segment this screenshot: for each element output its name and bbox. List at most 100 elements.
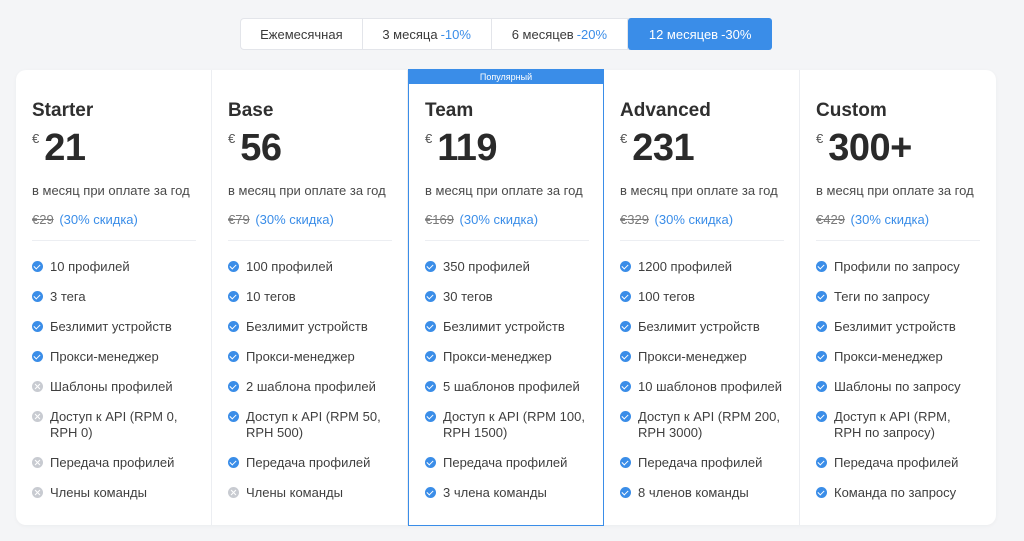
old-price-row: €429 (30% скидка) [816, 211, 980, 228]
divider [32, 240, 196, 241]
plan-price: 56 [240, 127, 282, 169]
currency-symbol: € [816, 131, 824, 146]
feature-text: Передача профилей [50, 455, 175, 470]
plan-name: Custom [816, 100, 887, 121]
feature-text: 5 шаблонов профилей [443, 379, 580, 394]
feature-text: Теги по запросу [834, 289, 930, 304]
plan-starter[interactable]: Starter €21 в месяц при оплате за год €29 (… [16, 70, 212, 525]
feature-text: 3 тега [50, 289, 86, 304]
old-price: €79 [228, 212, 250, 227]
plan-advanced[interactable]: Advanced €231 в месяц при оплате за год €32… [604, 70, 800, 525]
feature-text: Безлимит устройств [50, 319, 172, 334]
plan-team[interactable]: Популярный Team €119 в месяц при оплате за … [408, 69, 604, 526]
check-circle-icon [32, 321, 43, 332]
plan-price: 119 [437, 127, 498, 169]
divider [228, 240, 392, 241]
check-circle-icon [425, 321, 436, 332]
feature-text: Шаблоны по запросу [834, 379, 961, 394]
check-circle-icon [816, 261, 827, 272]
discount-label: (30% скидка) [59, 212, 138, 227]
feature-item: 350 профилей [425, 259, 587, 275]
old-price: €169 [425, 212, 454, 227]
old-price-row: €329 (30% скидка) [620, 211, 783, 228]
feature-item: Команда по запросу [816, 485, 980, 501]
check-circle-icon [816, 411, 827, 422]
feature-item: Доступ к API (RPM 200, RPH 3000) [620, 409, 783, 441]
tab-monthly[interactable]: Ежемесячная [241, 19, 363, 49]
check-circle-icon [228, 351, 239, 362]
check-circle-icon [228, 381, 239, 392]
check-circle-icon [620, 351, 631, 362]
feature-item: 3 тега [32, 289, 195, 305]
feature-item: Профили по запросу [816, 259, 980, 275]
plan-base[interactable]: Base €56 в месяц при оплате за год €79 (30%… [212, 70, 408, 525]
feature-item: Прокси-менеджер [620, 349, 783, 365]
price-row: €300+ [816, 128, 980, 170]
check-circle-icon [32, 351, 43, 362]
check-circle-icon [228, 457, 239, 468]
feature-list: 10 профилей 3 тега Безлимит устройств Прокс… [32, 259, 195, 501]
check-circle-icon [620, 411, 631, 422]
feature-item: Безлимит устройств [620, 319, 783, 335]
feature-item: Члены команды [32, 485, 195, 501]
plan-name: Base [228, 100, 274, 121]
currency-symbol: € [32, 131, 40, 146]
check-circle-icon [620, 457, 631, 468]
feature-item: Прокси-менеджер [32, 349, 195, 365]
tab-label: 12 месяцев [648, 26, 719, 42]
feature-item: Безлимит устройств [816, 319, 980, 335]
currency-symbol: € [228, 131, 236, 146]
billing-period-switch: Ежемесячная 3 месяца -10% 6 месяцев -20%… [240, 18, 773, 50]
plan-name: Starter [32, 100, 94, 121]
feature-text: 8 членов команды [638, 485, 749, 500]
x-circle-icon [32, 457, 43, 468]
old-price-row: €79 (30% скидка) [228, 211, 391, 228]
check-circle-icon [816, 321, 827, 332]
currency-symbol: € [425, 131, 433, 146]
feature-text: Команда по запросу [834, 485, 957, 500]
feature-item: Доступ к API (RPM 0, RPH 0) [32, 409, 195, 441]
currency-symbol: € [620, 131, 628, 146]
divider [816, 240, 980, 241]
price-row: €231 [620, 128, 783, 170]
feature-item: 1200 профилей [620, 259, 783, 275]
old-price-row: €29 (30% скидка) [32, 211, 195, 228]
check-circle-icon [425, 261, 436, 272]
feature-item: Безлимит устройств [32, 319, 195, 335]
feature-item: 5 шаблонов профилей [425, 379, 587, 395]
feature-item: Прокси-менеджер [425, 349, 587, 365]
tab-3-months[interactable]: 3 месяца -10% [363, 19, 492, 49]
plan-price: 21 [44, 127, 86, 169]
tab-label: Ежемесячная [260, 26, 343, 42]
plan-custom[interactable]: Custom €300+ в месяц при оплате за год €429… [800, 70, 996, 525]
old-price: €29 [32, 212, 54, 227]
price-row: €21 [32, 128, 195, 170]
feature-text: 30 тегов [443, 289, 493, 304]
feature-text: Доступ к API (RPM 50, RPH 500) [246, 409, 381, 440]
x-circle-icon [32, 487, 43, 498]
feature-list: 100 профилей 10 тегов Безлимит устройств Пр… [228, 259, 391, 501]
feature-text: Передача профилей [443, 455, 568, 470]
x-circle-icon [228, 487, 239, 498]
feature-text: Передача профилей [638, 455, 763, 470]
feature-item: 2 шаблона профилей [228, 379, 391, 395]
tab-label: 6 месяцев [511, 26, 574, 42]
feature-text: 10 тегов [246, 289, 296, 304]
price-note: в месяц при оплате за год [816, 183, 974, 198]
tab-6-months[interactable]: 6 месяцев -20% [492, 19, 629, 49]
discount-label: (30% скидка) [850, 212, 930, 227]
feature-text: Безлимит устройств [638, 319, 760, 334]
feature-text: 100 тегов [638, 289, 695, 304]
feature-text: Доступ к API (RPM 100, RPH 1500) [443, 409, 585, 440]
tab-12-months[interactable]: 12 месяцев -30% [628, 18, 773, 50]
feature-text: 3 члена команды [443, 485, 547, 500]
discount-label: (30% скидка) [654, 212, 734, 227]
feature-text: Безлимит устройств [834, 319, 956, 334]
feature-item: Прокси-менеджер [228, 349, 391, 365]
feature-text: Профили по запросу [834, 259, 960, 274]
pricing-plans: Starter €21 в месяц при оплате за год €29 (… [16, 69, 996, 526]
plan-name: Advanced [620, 100, 711, 121]
feature-text: Доступ к API (RPM, RPH по запросу) [834, 409, 951, 440]
plan-price: 231 [632, 127, 695, 169]
feature-item: Доступ к API (RPM, RPH по запросу) [816, 409, 980, 441]
